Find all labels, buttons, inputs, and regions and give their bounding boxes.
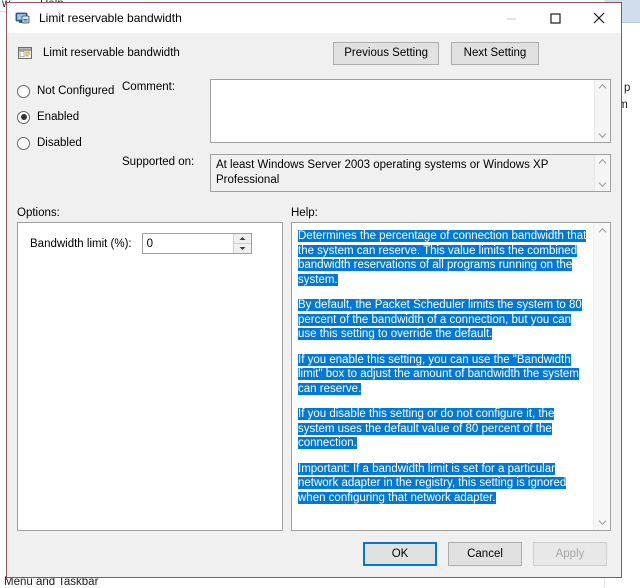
- setting-navigation: Previous Setting Next Setting: [333, 41, 539, 65]
- maximize-icon: [549, 12, 561, 24]
- help-paragraph-4-text: If you disable this setting or do not co…: [298, 408, 555, 449]
- dialog-footer: OK Cancel Apply: [7, 531, 621, 577]
- minimize-button[interactable]: [489, 3, 533, 33]
- spin-down-button[interactable]: [234, 244, 251, 253]
- scroll-down-icon: [598, 520, 606, 526]
- state-radio-group: Not Configured Enabled Disabled: [17, 73, 122, 199]
- panes-labels: Options: Help:: [7, 199, 621, 222]
- radio-enabled[interactable]: Enabled: [17, 104, 122, 130]
- radio-not-configured-mark: [17, 84, 30, 98]
- spin-down-arrow: [239, 247, 246, 250]
- comment-row: Comment:: [122, 79, 611, 143]
- window-title: Limit reservable bandwidth: [39, 11, 182, 25]
- scroll-down-icon: [598, 133, 607, 139]
- radio-disabled-mark: [17, 136, 30, 150]
- radio-enabled-mark: [17, 110, 30, 124]
- supported-on-label: Supported on:: [122, 156, 195, 168]
- supported-on-row: Supported on: At least Windows Server 20…: [122, 154, 611, 192]
- bandwidth-limit-input[interactable]: [142, 234, 233, 253]
- ok-button[interactable]: OK: [363, 542, 437, 566]
- radio-disabled-label: Disabled: [37, 137, 82, 149]
- options-label: Options:: [17, 207, 60, 219]
- scroll-up-icon: [598, 83, 607, 89]
- help-label: Help:: [291, 207, 318, 219]
- comment-label: Comment:: [122, 81, 176, 93]
- help-text-body[interactable]: Determines the percentage of connection …: [292, 223, 593, 530]
- apply-button: Apply: [533, 542, 607, 566]
- help-paragraph-5-text: Important: If a bandwidth limit is set f…: [298, 462, 567, 504]
- setting-state-area: Not Configured Enabled Disabled Comment:: [7, 73, 621, 199]
- bandwidth-limit-spin-arrows[interactable]: [232, 234, 251, 253]
- panes-container: Bandwidth limit (%): Determines th: [7, 222, 621, 531]
- setting-window-icon: [17, 45, 33, 61]
- supported-on-textbox[interactable]: At least Windows Server 2003 operating s…: [210, 154, 611, 192]
- comment-value[interactable]: [211, 80, 594, 142]
- scroll-down-icon: [598, 182, 607, 188]
- bandwidth-limit-label: Bandwidth limit (%):: [30, 237, 132, 250]
- scroll-up-icon: [598, 227, 606, 233]
- policy-setting-dialog: Limit reservable bandwidth Limit reserva…: [6, 2, 622, 578]
- help-pane[interactable]: Determines the percentage of connection …: [291, 222, 611, 531]
- scroll-up-icon: [598, 158, 607, 164]
- help-paragraph-5: Important: If a bandwidth limit is set f…: [298, 462, 589, 506]
- spin-up-arrow: [239, 237, 246, 240]
- help-paragraph-1: Determines the percentage of connection …: [298, 229, 589, 287]
- window-controls: [489, 3, 621, 33]
- help-paragraph-2-text: By default, the Packet Scheduler limits …: [298, 299, 582, 340]
- cancel-button[interactable]: Cancel: [448, 542, 522, 566]
- radio-enabled-label: Enabled: [37, 111, 80, 123]
- comment-and-support-fields: Comment: Supported on: At least Windows …: [122, 73, 611, 199]
- help-paragraph-3-text: If you enable this setting, you can use …: [298, 353, 579, 395]
- bandwidth-limit-row: Bandwidth limit (%):: [30, 233, 270, 254]
- policy-setting-icon: [15, 10, 31, 26]
- previous-setting-button[interactable]: Previous Setting: [333, 41, 439, 65]
- next-setting-button[interactable]: Next Setting: [451, 41, 539, 65]
- supported-on-value: At least Windows Server 2003 operating s…: [216, 159, 549, 186]
- minimize-icon: [506, 18, 516, 19]
- help-scrollbar[interactable]: [593, 223, 610, 530]
- maximize-button[interactable]: [533, 3, 577, 33]
- help-paragraph-4: If you disable this setting or do not co…: [298, 407, 589, 451]
- close-button[interactable]: [577, 3, 621, 33]
- title-bar: Limit reservable bandwidth: [7, 3, 621, 33]
- supported-on-scrollbar[interactable]: [594, 155, 610, 191]
- help-paragraph-2: By default, the Packet Scheduler limits …: [298, 298, 589, 342]
- bandwidth-limit-stepper[interactable]: [141, 233, 252, 254]
- radio-disabled[interactable]: Disabled: [17, 130, 122, 156]
- help-paragraph-1-text: Determines the percentage of connection …: [298, 230, 587, 286]
- setting-title: Limit reservable bandwidth: [43, 47, 180, 59]
- close-icon: [593, 12, 605, 24]
- radio-not-configured-label: Not Configured: [37, 85, 115, 97]
- radio-not-configured[interactable]: Not Configured: [17, 78, 122, 104]
- options-pane: Bandwidth limit (%):: [17, 222, 283, 531]
- setting-header: Limit reservable bandwidth Previous Sett…: [7, 33, 621, 73]
- comment-textbox[interactable]: [210, 79, 611, 143]
- help-paragraph-3: If you enable this setting, you can use …: [298, 353, 589, 397]
- comment-scrollbar[interactable]: [594, 80, 610, 142]
- spin-up-button[interactable]: [233, 234, 251, 244]
